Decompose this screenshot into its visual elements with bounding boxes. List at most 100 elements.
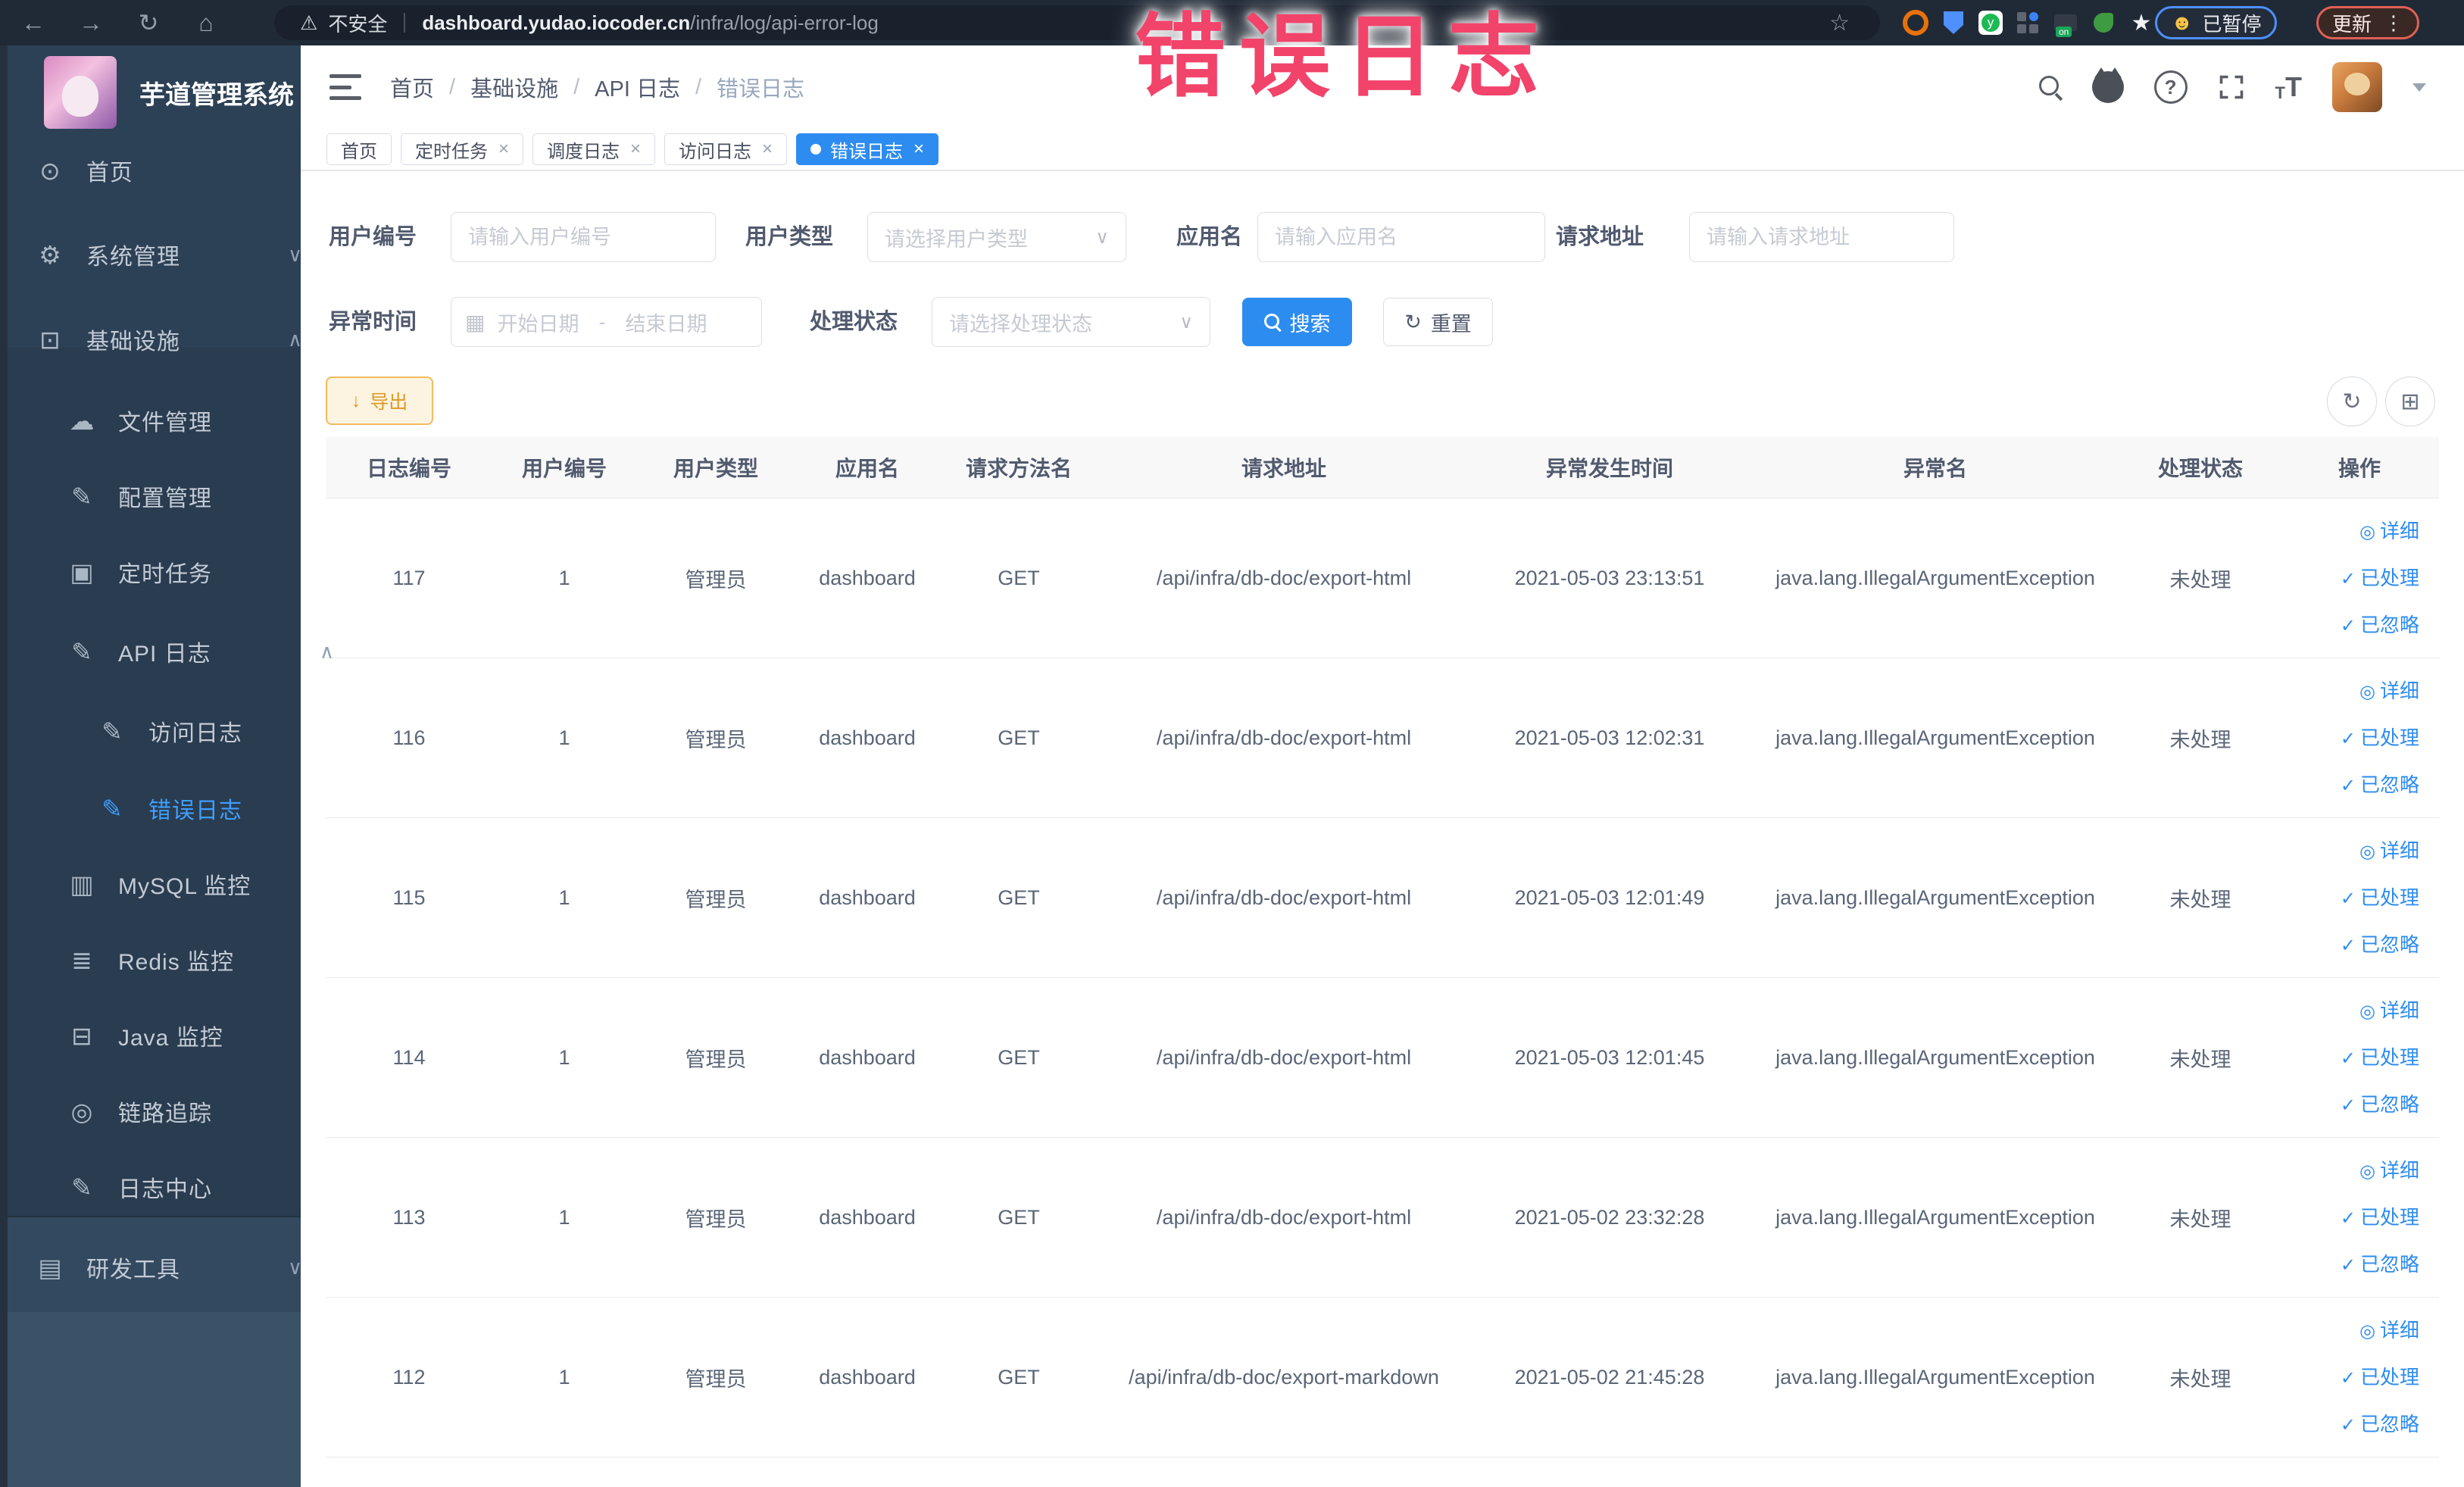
- infrastructure-icon: ⊡: [39, 325, 61, 354]
- cell-exception-name: java.lang.IllegalArgumentException: [1775, 1365, 2095, 1389]
- refresh-button[interactable]: ↻: [2327, 376, 2377, 426]
- sidebar-item-java-monitor[interactable]: ⊟ Java 监控: [0, 998, 366, 1073]
- exception-time-range[interactable]: ▦ 开始日期 - 结束日期: [451, 297, 762, 347]
- mark-processed-link[interactable]: ✓ 已处理: [2341, 1194, 2419, 1241]
- address-bar[interactable]: ⚠ 不安全 dashboard.yudao.iocoder.cn /infra/…: [274, 5, 1880, 40]
- switch-extension-icon[interactable]: on: [2053, 10, 2078, 37]
- bookmark-star-icon[interactable]: ☆: [1829, 10, 1850, 36]
- mark-processed-link[interactable]: ✓ 已处理: [2341, 1354, 2419, 1401]
- grid-extension-icon[interactable]: [2015, 10, 2041, 36]
- mark-ignored-link[interactable]: ✓ 已忽略: [2341, 1081, 2419, 1128]
- cell-exception-name: java.lang.IllegalArgumentException: [1775, 886, 2095, 909]
- calendar-icon: ▦: [465, 310, 486, 334]
- help-icon[interactable]: ?: [2153, 70, 2188, 104]
- avatar-caret-icon[interactable]: [2412, 83, 2426, 92]
- reload-icon[interactable]: ↻: [135, 8, 162, 37]
- sidebar-item-mysql-monitor[interactable]: ▥ MySQL 监控: [0, 846, 366, 922]
- sidebar-item-trace[interactable]: ◎ 链路追踪: [0, 1073, 366, 1149]
- github-icon[interactable]: [2091, 67, 2124, 103]
- column-settings-button[interactable]: ⊞: [2385, 376, 2435, 426]
- sidebar-item-dev-tools[interactable]: ▤ 研发工具 ∨: [0, 1229, 334, 1305]
- orange-ring-extension-icon[interactable]: [1903, 10, 1928, 36]
- cell-method: GET: [998, 566, 1040, 589]
- leaf-extension-icon[interactable]: [2091, 10, 2116, 36]
- paused-chip[interactable]: ☻ 已暂停: [2155, 6, 2278, 39]
- tab-scheduled-tasks[interactable]: 定时任务 ×: [401, 133, 524, 165]
- start-date-placeholder[interactable]: 开始日期: [497, 308, 579, 337]
- detail-link[interactable]: ◎ 详细: [2359, 667, 2419, 714]
- cell-actions: ◎ 详细 ✓ 已处理 ✓ 已忽略: [2280, 1307, 2439, 1448]
- forward-icon[interactable]: →: [77, 9, 105, 37]
- check-icon: ✓: [2340, 1048, 2356, 1069]
- update-chip[interactable]: 更新 ⋮: [2316, 6, 2420, 39]
- tab-schedule-log[interactable]: 调度日志 ×: [532, 133, 656, 165]
- sidebar-item-home[interactable]: ⊙ 首页: [0, 133, 334, 208]
- process-status-select[interactable]: 请选择处理状态 ∨: [932, 297, 1210, 347]
- sidebar-collapse-icon[interactable]: [329, 74, 361, 100]
- y-extension-icon[interactable]: y: [1978, 11, 2003, 35]
- sidebar-item-config-management[interactable]: ✎ 配置管理: [0, 458, 366, 534]
- reset-button[interactable]: ↻ 重置: [1383, 298, 1493, 346]
- end-date-placeholder[interactable]: 结束日期: [625, 308, 707, 337]
- font-size-icon[interactable]: TT: [2275, 71, 2302, 103]
- sidebar-item-log-center[interactable]: ✎ 日志中心: [0, 1149, 366, 1225]
- shield-extension-icon[interactable]: [1941, 10, 1966, 36]
- mark-processed-link[interactable]: ✓ 已处理: [2341, 555, 2419, 601]
- fullscreen-icon[interactable]: [2218, 73, 2245, 101]
- sidebar-item-system[interactable]: ⚙ 系统管理 ∨: [0, 217, 334, 292]
- mark-processed-link[interactable]: ✓ 已处理: [2341, 1034, 2419, 1081]
- browser-menu-icon[interactable]: ⋮: [2384, 11, 2403, 35]
- cell-method: GET: [998, 726, 1040, 749]
- puzzle-extension-icon[interactable]: ★: [2128, 10, 2154, 36]
- close-icon[interactable]: ×: [913, 139, 924, 160]
- cell-request-url: /api/infra/db-doc/export-html: [1156, 886, 1412, 909]
- close-icon[interactable]: ×: [630, 139, 641, 160]
- close-icon[interactable]: ×: [762, 139, 773, 160]
- sidebar-item-api-log[interactable]: ✎ API 日志 ∧: [0, 614, 366, 689]
- sidebar-item-error-log[interactable]: ✎ 错误日志: [0, 770, 396, 846]
- app-name-input[interactable]: [1257, 212, 1545, 262]
- user-avatar[interactable]: [2332, 62, 2382, 112]
- app-name-label: 应用名: [1176, 225, 1242, 249]
- log-icon: ✎: [101, 794, 123, 823]
- mark-ignored-link[interactable]: ✓ 已忽略: [2341, 601, 2419, 648]
- security-label[interactable]: 不安全: [328, 9, 387, 37]
- process-status-label: 处理状态: [809, 310, 898, 334]
- tab-error-log[interactable]: 错误日志 ×: [796, 133, 939, 165]
- tab-access-log[interactable]: 访问日志 ×: [664, 133, 788, 165]
- cell-user-id: 1: [558, 1365, 570, 1389]
- back-icon[interactable]: ←: [20, 9, 47, 37]
- sidebar-item-access-log[interactable]: ✎ 访问日志: [0, 693, 396, 769]
- request-url-input[interactable]: [1689, 212, 1954, 262]
- breadcrumb-infrastructure[interactable]: 基础设施: [470, 71, 558, 103]
- sidebar-item-scheduled-tasks[interactable]: ▣ 定时任务: [0, 534, 366, 610]
- search-button[interactable]: 搜索: [1242, 298, 1352, 346]
- breadcrumb-api-log[interactable]: API 日志: [595, 71, 680, 103]
- home-icon[interactable]: ⌂: [192, 9, 220, 37]
- mark-processed-link[interactable]: ✓ 已处理: [2341, 714, 2419, 761]
- mark-processed-link[interactable]: ✓ 已处理: [2341, 874, 2419, 921]
- detail-link[interactable]: ◎ 详细: [2359, 827, 2419, 874]
- app-logo[interactable]: 芋道管理系统: [44, 56, 294, 129]
- detail-link[interactable]: ◎ 详细: [2359, 1147, 2419, 1194]
- sidebar-item-file-management[interactable]: ☁ 文件管理: [0, 383, 366, 458]
- sidebar-item-redis-monitor[interactable]: ≣ Redis 监控: [0, 922, 366, 998]
- cloud-icon: ☁: [69, 406, 95, 435]
- cell-request-url: /api/infra/db-doc/export-html: [1156, 726, 1412, 749]
- close-icon[interactable]: ×: [498, 139, 509, 160]
- smiley-icon: ☻: [2171, 11, 2194, 34]
- mark-ignored-link[interactable]: ✓ 已忽略: [2341, 1401, 2419, 1448]
- detail-link[interactable]: ◎ 详细: [2359, 1307, 2419, 1354]
- mark-ignored-link[interactable]: ✓ 已忽略: [2341, 761, 2419, 808]
- cell-app-name: dashboard: [819, 726, 916, 749]
- search-icon[interactable]: [2038, 76, 2062, 98]
- mark-ignored-link[interactable]: ✓ 已忽略: [2341, 921, 2419, 968]
- tab-home[interactable]: 首页: [326, 133, 392, 165]
- user-id-input[interactable]: [451, 212, 716, 262]
- sidebar-item-infrastructure[interactable]: ⊡ 基础设施 ∧: [0, 301, 334, 377]
- detail-link[interactable]: ◎ 详细: [2359, 508, 2419, 555]
- breadcrumb-home[interactable]: 首页: [390, 71, 434, 103]
- user-type-select[interactable]: 请选择用户类型 ∨: [867, 212, 1126, 262]
- mark-ignored-link[interactable]: ✓ 已忽略: [2341, 1241, 2419, 1288]
- detail-link[interactable]: ◎ 详细: [2359, 987, 2419, 1034]
